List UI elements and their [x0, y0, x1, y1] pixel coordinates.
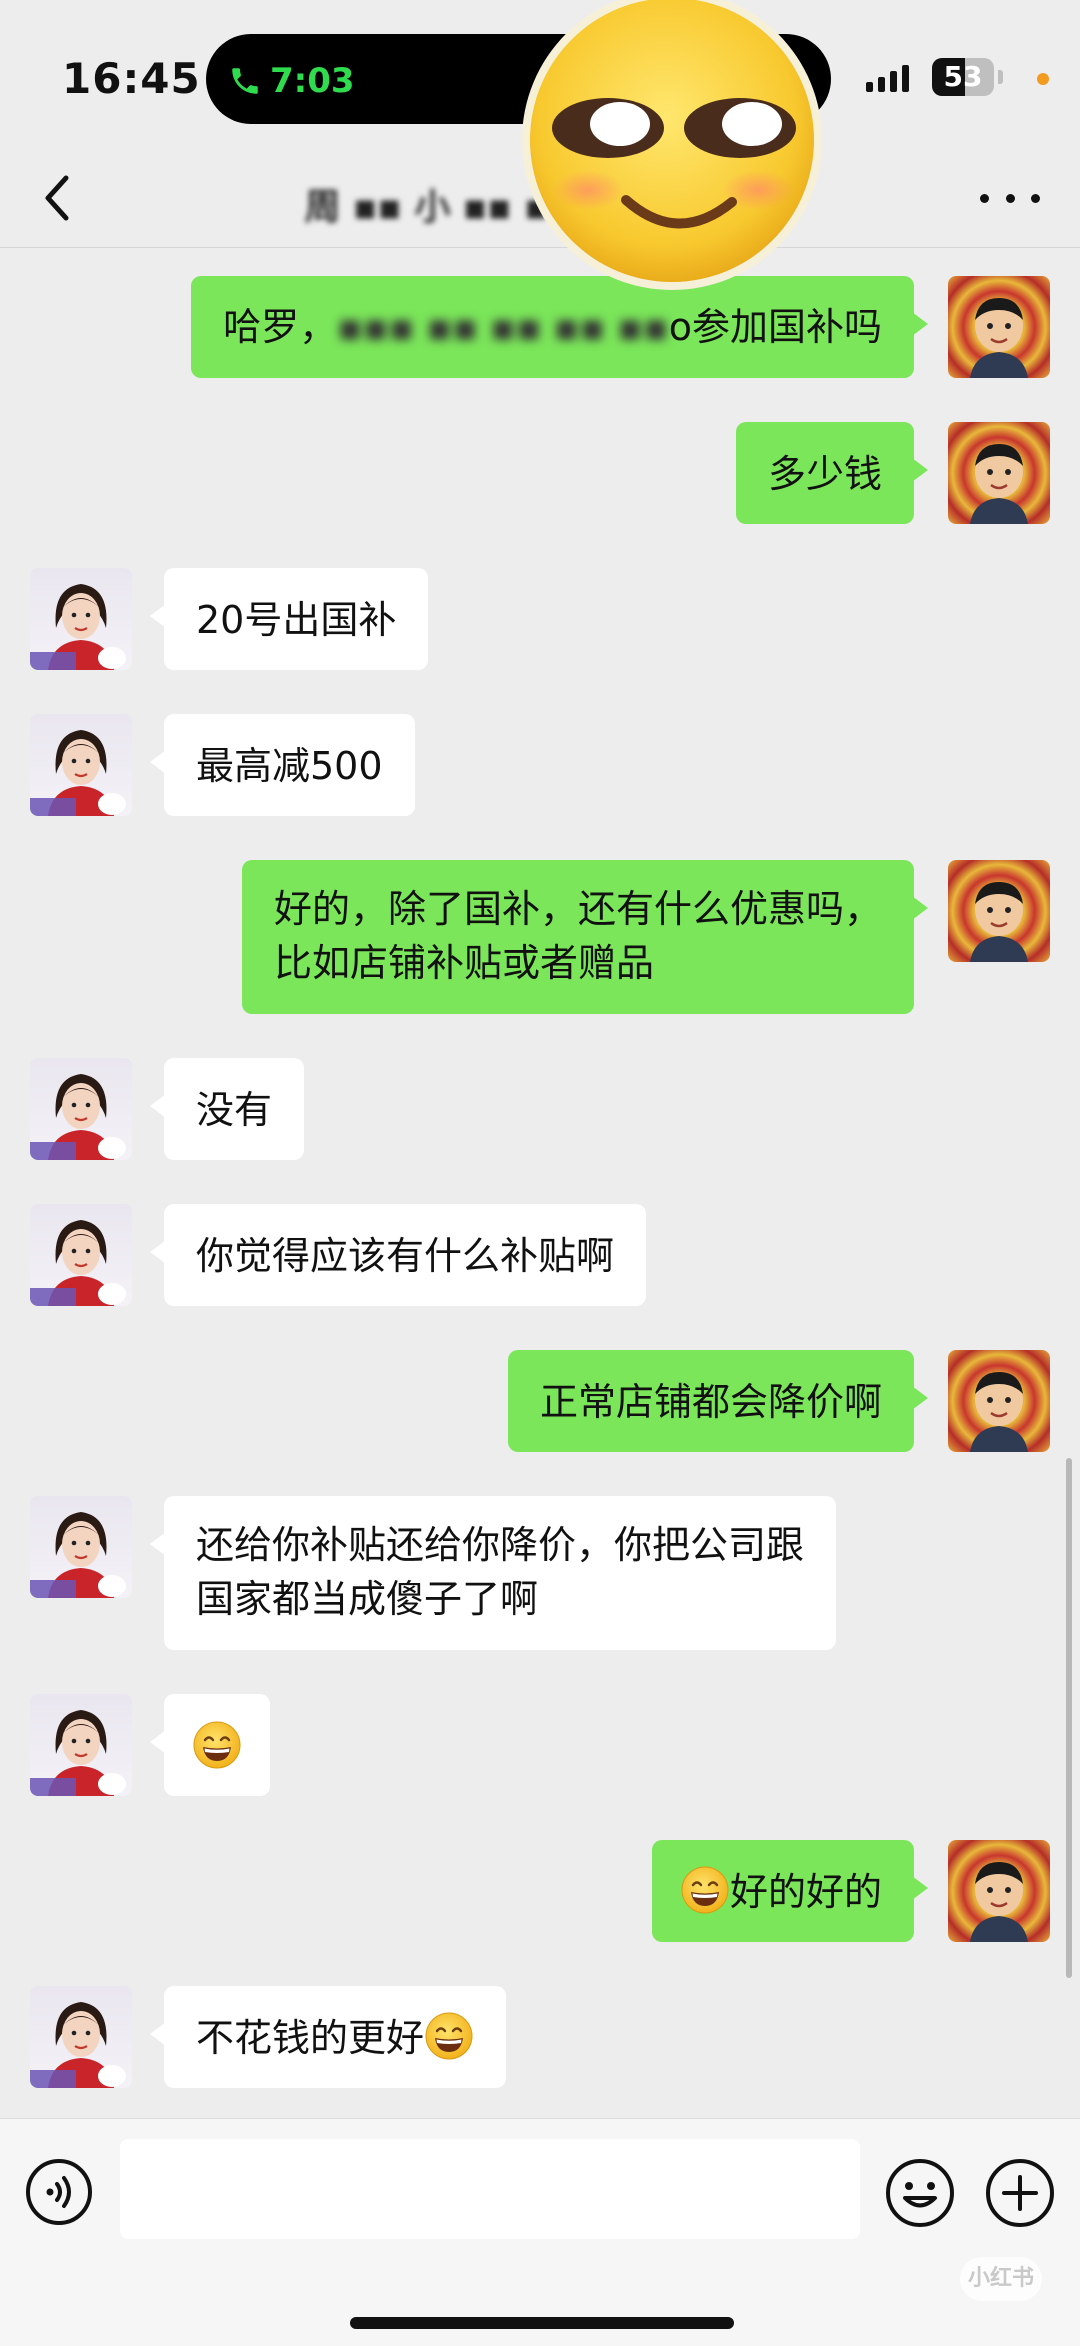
message-bubble-outgoing[interactable]: 多少钱 — [735, 422, 929, 524]
scroll-indicator[interactable] — [1066, 1458, 1072, 1978]
call-duration: 7:03 — [270, 61, 355, 101]
message-text: 好的好的 — [729, 1870, 882, 1914]
boy-avatar-image — [948, 1840, 1050, 1942]
input-bar: 小红书 — [0, 2118, 1080, 2346]
battery-level: 53 — [943, 60, 983, 93]
more-dot — [1031, 193, 1040, 203]
message-bubble-incoming[interactable] — [150, 1694, 270, 1796]
contact-avatar[interactable] — [30, 714, 132, 816]
message-text: o参加国补吗 — [668, 305, 882, 349]
girl-avatar-image — [30, 714, 132, 816]
my-avatar[interactable] — [948, 276, 1050, 378]
message-text-line: 国家都当成傻子了啊 — [196, 1577, 539, 1621]
message-text: 没有 — [196, 1088, 273, 1132]
back-button[interactable] — [30, 168, 90, 228]
message-bubble-incoming[interactable]: 最高减500 — [150, 714, 415, 816]
grin-emoji-icon — [192, 1720, 242, 1770]
more-button[interactable] — [980, 178, 1040, 218]
call-indicator[interactable]: 7:03 — [228, 58, 355, 104]
message-text: 最高减500 — [196, 744, 383, 788]
boy-avatar-image — [948, 1350, 1050, 1452]
mic-in-use-indicator — [1037, 73, 1049, 85]
girl-avatar-image — [30, 1496, 132, 1598]
contact-avatar[interactable] — [30, 1496, 132, 1598]
xiaohongshu-watermark: 小红书 — [960, 2257, 1042, 2301]
boy-avatar-image — [948, 276, 1050, 378]
message-text: 20号出国补 — [196, 598, 397, 642]
message-bubble-incoming[interactable]: 20号出国补 — [149, 568, 429, 670]
contact-avatar[interactable] — [30, 568, 132, 670]
message-text-line: 好的，除了国补，还有什么优惠吗， — [273, 887, 882, 931]
message-bubble-incoming[interactable]: 你觉得应该有什么补贴啊 — [149, 1204, 647, 1306]
more-dot — [980, 193, 989, 203]
my-avatar[interactable] — [948, 1350, 1050, 1452]
voice-button[interactable] — [24, 2157, 94, 2227]
message-bubble-outgoing[interactable]: 好的好的 — [651, 1840, 929, 1942]
chevron-left-icon — [45, 175, 69, 221]
emoji-button[interactable] — [884, 2157, 956, 2229]
message-bubble-incoming[interactable]: 还给你补贴还给你降价，你把公司跟 国家都当成傻子了啊 — [149, 1496, 837, 1650]
smirk-emoji-sticker — [522, 0, 822, 290]
phone-icon — [232, 68, 258, 94]
contact-avatar[interactable] — [30, 1986, 132, 2088]
contact-avatar[interactable] — [30, 1204, 132, 1306]
boy-avatar-image — [948, 422, 1050, 524]
plus-icon — [986, 2159, 1054, 2227]
girl-avatar-image — [30, 1694, 132, 1796]
my-avatar[interactable] — [948, 1840, 1050, 1942]
message-text-line: 还给你补贴还给你降价，你把公司跟 — [196, 1523, 805, 1567]
home-indicator[interactable] — [350, 2317, 734, 2329]
message-input[interactable] — [120, 2139, 860, 2239]
my-avatar[interactable] — [948, 860, 1050, 962]
voice-icon — [26, 2159, 92, 2225]
battery-cap — [998, 70, 1003, 84]
girl-avatar-image — [30, 1204, 132, 1306]
message-bubble-incoming[interactable]: 没有 — [149, 1058, 305, 1160]
grin-emoji-icon — [424, 2011, 474, 2061]
message-bubble-outgoing[interactable]: 好的，除了国补，还有什么优惠吗， 比如店铺补贴或者赠品 — [241, 860, 929, 1014]
status-time: 16:45 — [62, 54, 201, 103]
plus-button[interactable] — [984, 2157, 1056, 2229]
battery-icon: 53 — [932, 58, 994, 96]
message-text: 不花钱的更好 — [196, 2016, 425, 2060]
smiley-icon — [886, 2159, 954, 2227]
message-text: 多少钱 — [767, 452, 882, 496]
contact-avatar[interactable] — [30, 1058, 132, 1160]
my-avatar[interactable] — [948, 422, 1050, 524]
message-bubble-incoming[interactable]: 不花钱的更好 — [149, 1986, 507, 2088]
message-text: 正常店铺都会降价啊 — [539, 1380, 882, 1424]
girl-avatar-image — [30, 1986, 132, 2088]
contact-avatar[interactable] — [30, 1694, 132, 1796]
signal-icon — [866, 62, 909, 92]
message-text: 你觉得应该有什么补贴啊 — [196, 1234, 615, 1278]
girl-avatar-image — [30, 1058, 132, 1160]
boy-avatar-image — [948, 860, 1050, 962]
redacted-text: ▪▪▪ ▪▪ ▪▪ ▪▪ ▪▪ — [337, 305, 669, 349]
message-text: 哈罗， — [223, 305, 338, 349]
girl-avatar-image — [30, 568, 132, 670]
message-text-line: 比如店铺补贴或者赠品 — [273, 941, 654, 985]
more-dot — [1005, 193, 1015, 203]
grin-emoji-icon — [680, 1865, 730, 1915]
message-bubble-outgoing[interactable]: 正常店铺都会降价啊 — [507, 1350, 929, 1452]
